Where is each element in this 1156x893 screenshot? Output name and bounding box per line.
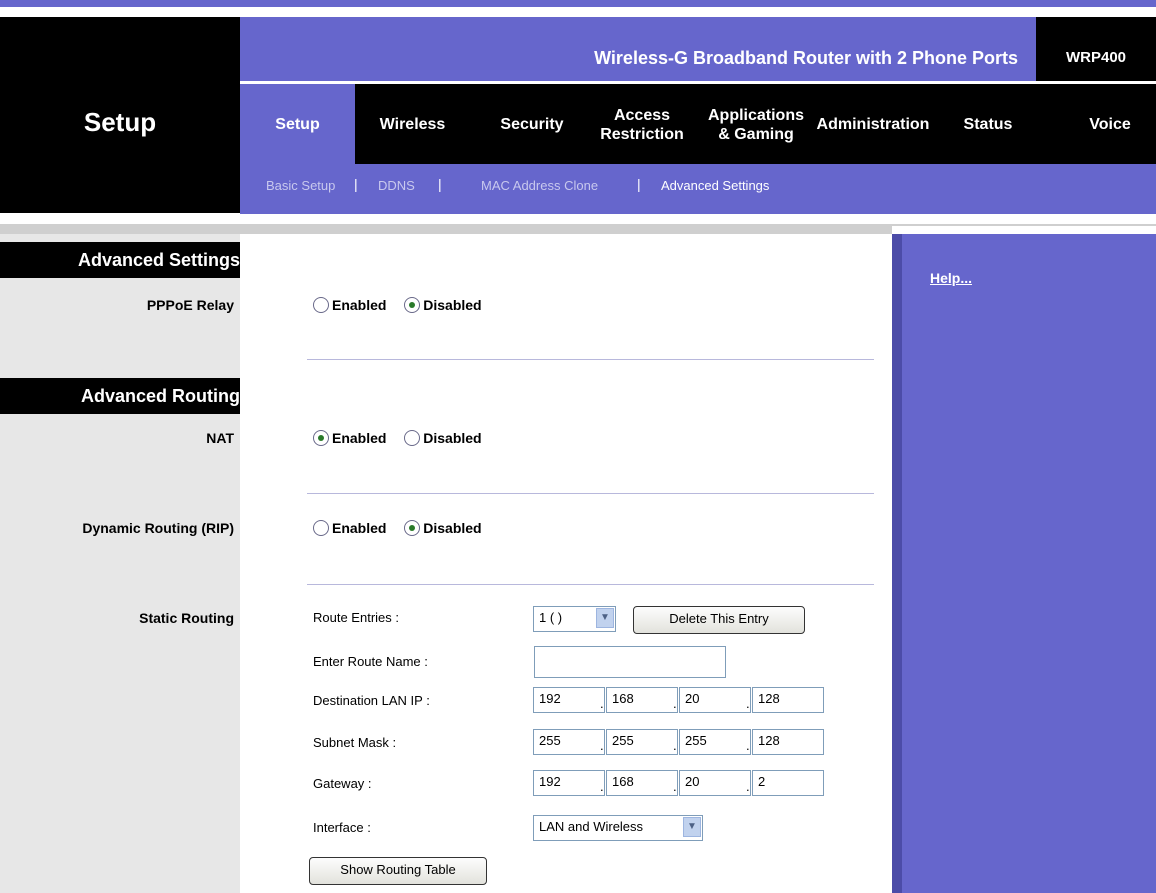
select-value: 1 ( ) [539, 610, 563, 625]
subnet-octet-2[interactable]: 255 [606, 729, 678, 755]
top-strip [0, 7, 1156, 17]
tab-setup[interactable]: Setup [240, 115, 355, 134]
radio-label: Enabled [332, 297, 387, 313]
gateway-label: Gateway : [313, 776, 372, 791]
rip-enabled-radio[interactable] [313, 520, 329, 536]
radio-label: Enabled [332, 430, 387, 446]
tab-voice[interactable]: Voice [1070, 115, 1150, 134]
pppoe-disabled-radio[interactable] [404, 297, 421, 313]
tab-security[interactable]: Security [482, 115, 582, 134]
help-panel-top [892, 226, 1156, 234]
pppoe-relay-radio-group: Enabled Disabled [313, 297, 482, 313]
route-name-input[interactable] [534, 646, 726, 678]
pppoe-enabled-radio[interactable] [313, 297, 329, 313]
subnav-mac-address-clone[interactable]: MAC Address Clone [481, 178, 598, 193]
rip-radio-group: Enabled Disabled [313, 520, 482, 536]
tab-label: Administration [816, 116, 930, 133]
label-dynamic-routing: Dynamic Routing (RIP) [82, 520, 234, 536]
label-static-routing: Static Routing [139, 610, 234, 626]
nat-enabled-radio[interactable] [313, 430, 329, 446]
section-divider [307, 493, 874, 494]
section-divider [307, 359, 874, 360]
dest-ip-label: Destination LAN IP : [313, 693, 430, 708]
help-link[interactable]: Help... [930, 270, 972, 286]
product-name: Wireless-G Broadband Router with 2 Phone… [594, 48, 1018, 68]
subnav-separator: | [637, 176, 641, 192]
route-entries-select[interactable]: 1 ( ) ▼ [533, 606, 616, 632]
subnet-mask-label: Subnet Mask : [313, 735, 397, 750]
subnav-ddns[interactable]: DDNS [378, 178, 415, 193]
subnet-octet-1[interactable]: 255 [533, 729, 605, 755]
nat-disabled-radio[interactable] [404, 430, 421, 446]
help-panel [892, 234, 1156, 893]
tab-label: Setup [275, 116, 320, 133]
subnav-basic-setup[interactable]: Basic Setup [266, 178, 335, 193]
section-divider [307, 584, 874, 585]
subnet-octet-3[interactable]: 255 [679, 729, 751, 755]
interface-select[interactable]: LAN and Wireless ▼ [533, 815, 703, 841]
gateway-octet-3[interactable]: 20 [679, 770, 751, 796]
subnav-separator: | [438, 176, 442, 192]
chevron-down-icon[interactable]: ▼ [596, 608, 614, 628]
delete-entry-button[interactable]: Delete This Entry [633, 606, 805, 634]
tab-access-restriction[interactable]: Access Restriction [584, 106, 700, 144]
interface-label: Interface : [313, 820, 371, 835]
sidebar [0, 234, 240, 893]
tab-label-line1: Applications [707, 107, 804, 124]
top-accent-line [0, 0, 1156, 7]
tab-administration[interactable]: Administration [806, 115, 940, 134]
show-routing-table-button[interactable]: Show Routing Table [309, 857, 487, 885]
page-section-title: Setup [83, 107, 157, 137]
subnet-octet-4[interactable]: 128 [752, 729, 824, 755]
tab-label-line2: & Gaming [718, 126, 794, 143]
radio-label: Disabled [423, 297, 482, 313]
tab-wireless[interactable]: Wireless [360, 115, 465, 134]
gateway-octet-1[interactable]: 192 [533, 770, 605, 796]
dest-ip-octet-2[interactable]: 168 [606, 687, 678, 713]
select-value: LAN and Wireless [539, 819, 644, 834]
tab-label: Wireless [379, 116, 446, 133]
subnav-separator: | [354, 176, 358, 192]
gateway-octet-2[interactable]: 168 [606, 770, 678, 796]
label-pppoe-relay: PPPoE Relay [146, 297, 234, 313]
section-heading-advanced-settings: Advanced Settings [0, 242, 246, 278]
tab-label: Status [963, 116, 1013, 133]
rip-disabled-radio[interactable] [404, 520, 421, 536]
gateway-octet-4[interactable]: 2 [752, 770, 824, 796]
radio-label: Enabled [332, 520, 387, 536]
tab-status[interactable]: Status [948, 115, 1028, 134]
label-nat: NAT [206, 430, 234, 446]
radio-label: Disabled [423, 430, 482, 446]
chevron-down-icon[interactable]: ▼ [683, 817, 701, 837]
tab-label-line2: Restriction [600, 126, 684, 143]
tab-label: Voice [1089, 116, 1131, 133]
dest-ip-octet-3[interactable]: 20 [679, 687, 751, 713]
radio-label: Disabled [423, 520, 482, 536]
model-number: WRP400 [1036, 17, 1156, 81]
section-heading-advanced-routing: Advanced Routing [0, 378, 246, 414]
help-panel-shadow [892, 234, 902, 893]
route-name-label: Enter Route Name : [313, 654, 428, 669]
tab-label-line1: Access [613, 107, 671, 124]
dest-ip-octet-1[interactable]: 192 [533, 687, 605, 713]
dest-ip-octet-4[interactable]: 128 [752, 687, 824, 713]
tab-applications-gaming[interactable]: Applications & Gaming [700, 106, 812, 144]
tab-label: Security [500, 116, 564, 133]
route-entries-label: Route Entries : [313, 610, 399, 625]
subnav-advanced-settings[interactable]: Advanced Settings [661, 178, 769, 193]
nat-radio-group: Enabled Disabled [313, 430, 482, 446]
